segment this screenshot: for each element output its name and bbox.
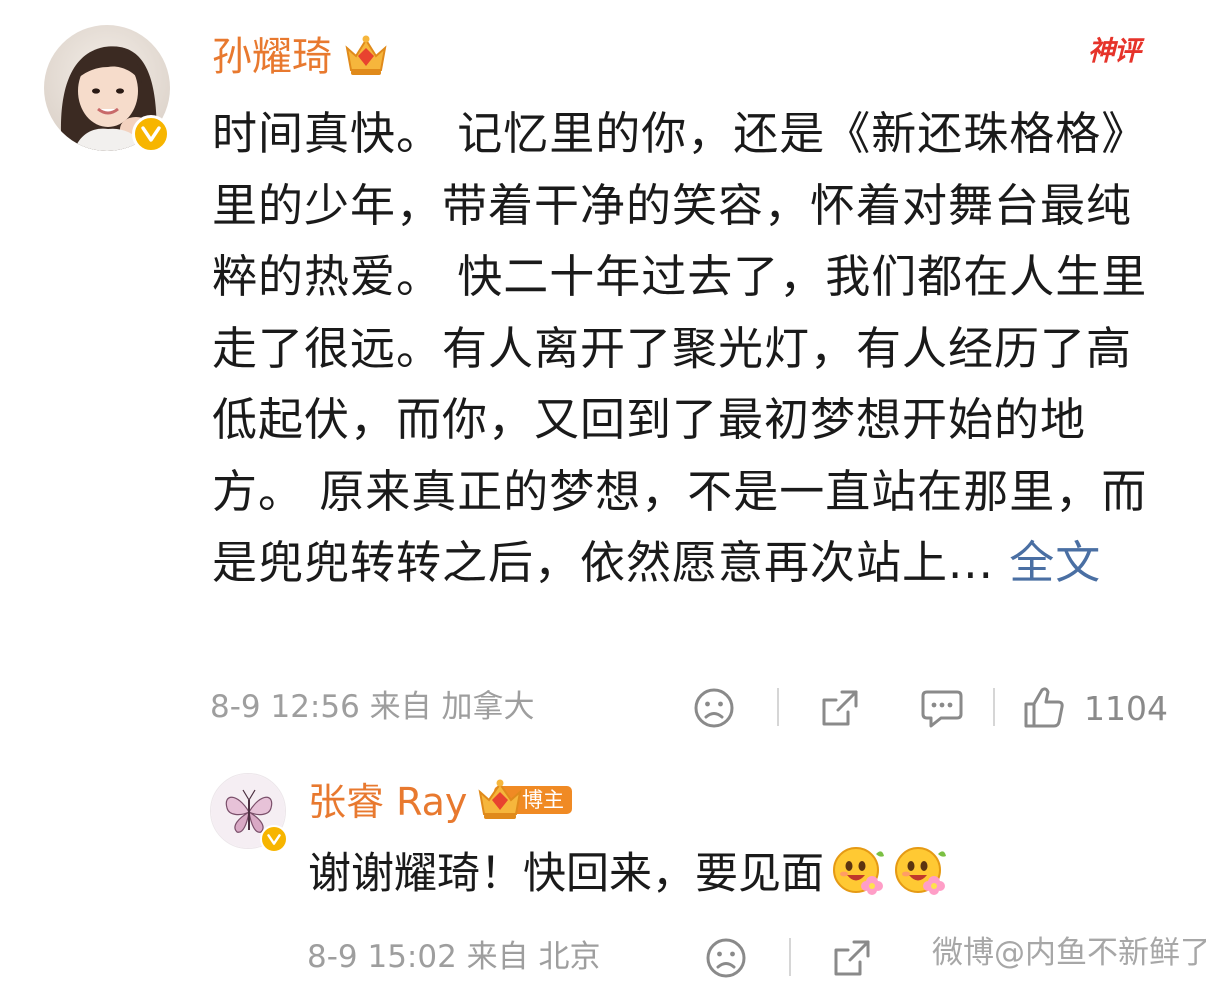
comment-author-name[interactable]: 孙耀琦: [212, 37, 332, 77]
reply-author-avatar-wrap[interactable]: [210, 773, 288, 853]
weibo-comment-screen: 孙耀琦 神评 时间真快。 记忆里的你，还是《新还珠格格》里的少年，带着干净的笑容…: [0, 0, 1206, 989]
sad-face-icon[interactable]: [704, 936, 748, 980]
reply-meta: 8-9 15:02 来自 北京: [307, 939, 601, 975]
verified-v-icon: [260, 825, 288, 853]
reply-text-body: 谢谢耀琦！快回来，要见面: [308, 849, 824, 899]
happy-flower-emoji: [833, 847, 884, 895]
action-divider: [993, 688, 995, 726]
sad-face-icon[interactable]: [692, 686, 736, 730]
hot-comment-tag: 神评: [1088, 36, 1141, 67]
reply-author-name[interactable]: 张睿 Ray: [308, 783, 467, 821]
thumbs-up-icon[interactable]: [1022, 684, 1066, 730]
full-text-link[interactable]: 全文: [1009, 536, 1101, 589]
host-badge-label: 博主: [522, 788, 564, 812]
comment-bubble-icon[interactable]: [919, 686, 965, 730]
verified-v-icon: [132, 115, 170, 153]
comment-text: 时间真快。 记忆里的你，还是《新还珠格格》里的少年，带着干净的笑容，怀着对舞台最…: [212, 98, 1172, 599]
happy-flower-emoji: [895, 847, 946, 895]
watermark: 微博@内鱼不新鲜了: [932, 935, 1206, 971]
share-icon[interactable]: [830, 936, 874, 980]
comment-text-body: 时间真快。 记忆里的你，还是《新还珠格格》里的少年，带着干净的笑容，怀着对舞台最…: [212, 107, 1148, 589]
comment-meta: 8-9 12:56 来自 加拿大: [210, 689, 535, 725]
crown-icon: [478, 779, 522, 819]
crown-icon: [345, 35, 387, 75]
action-divider: [789, 938, 791, 976]
comment-author-avatar-wrap[interactable]: [44, 25, 170, 153]
share-icon[interactable]: [818, 686, 862, 730]
reply-text: 谢谢耀琦！快回来，要见面: [308, 842, 948, 904]
like-count: 1104: [1084, 689, 1168, 728]
action-divider: [777, 688, 779, 726]
